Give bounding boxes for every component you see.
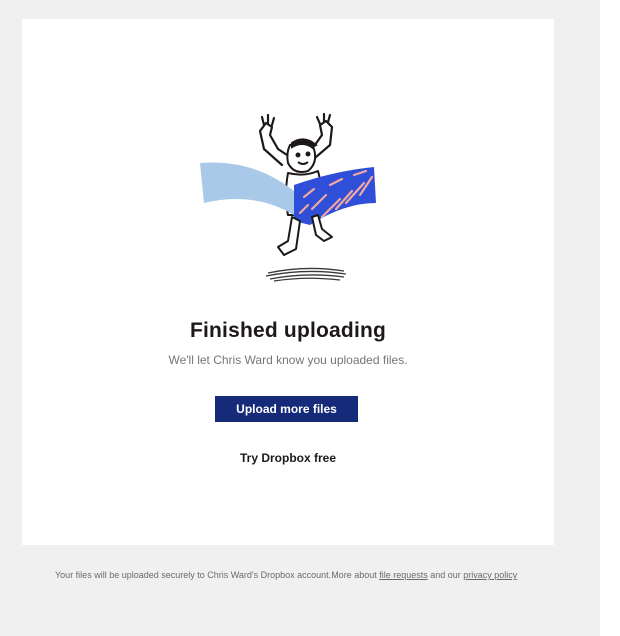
upload-more-files-button[interactable]: Upload more files [215, 396, 358, 422]
right-strip [600, 0, 620, 636]
page: Finished uploading We'll let Chris Ward … [0, 0, 620, 636]
footer-notice: Your files will be uploaded securely to … [55, 568, 535, 583]
footer-text-2: and our [427, 570, 464, 580]
status-message: We'll let Chris Ward know you uploaded f… [168, 353, 408, 367]
celebrating-person-illustration [200, 112, 376, 282]
page-title: Finished uploading [189, 319, 387, 342]
head [286, 138, 318, 173]
footer-text-1: Your files will be uploaded securely to … [55, 570, 380, 580]
file-requests-link[interactable]: file requests [379, 570, 428, 580]
try-dropbox-free-link[interactable]: Try Dropbox free [22, 451, 554, 465]
ground-shadow [265, 267, 347, 282]
light-blue-ribbon [200, 162, 294, 215]
privacy-policy-link[interactable]: privacy policy [463, 570, 517, 580]
upload-card: Finished uploading We'll let Chris Ward … [22, 19, 554, 545]
